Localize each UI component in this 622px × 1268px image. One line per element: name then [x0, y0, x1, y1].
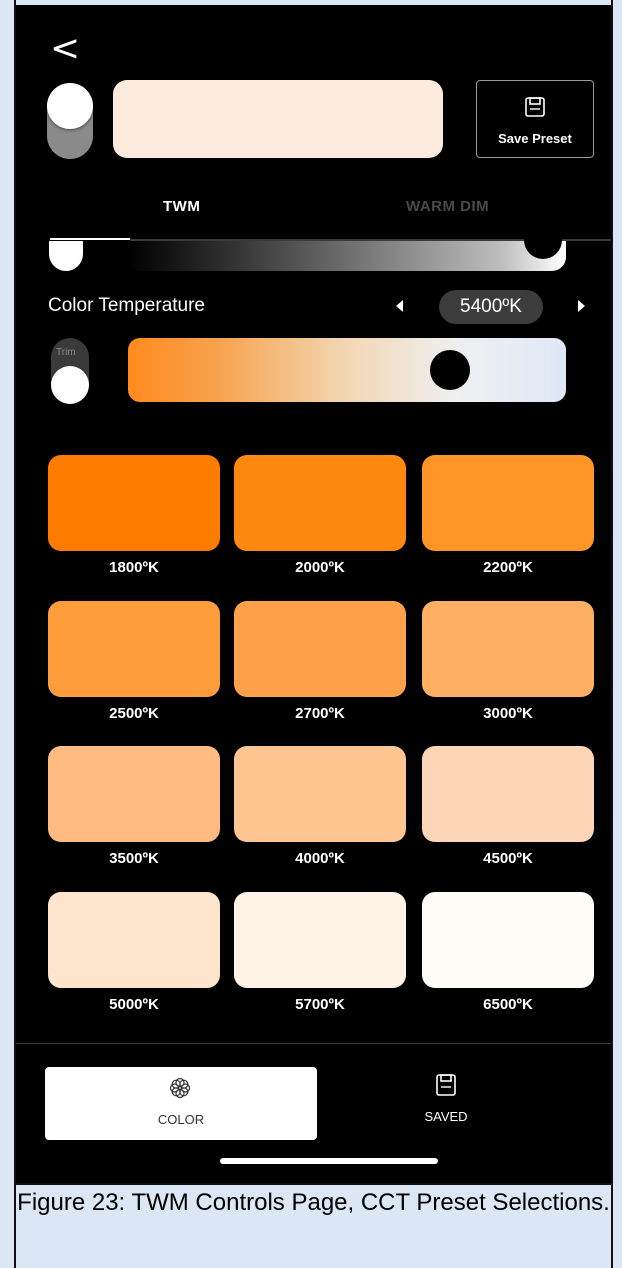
- save-icon: [525, 97, 545, 117]
- figure-caption: Figure 23: TWM Controls Page, CCT Preset…: [17, 1189, 610, 1216]
- frame-right-border: [611, 0, 613, 1268]
- saved-icon: [436, 1074, 456, 1096]
- trim-toggle-knob: [51, 366, 89, 404]
- bottom-tab-color[interactable]: COLOR: [45, 1067, 317, 1140]
- increase-temperature-arrow-icon[interactable]: [578, 300, 585, 312]
- preset-swatch[interactable]: [234, 746, 406, 842]
- bottom-tab-saved-label: SAVED: [424, 1109, 468, 1124]
- dimmer-slider[interactable]: [128, 241, 566, 271]
- preset-swatch[interactable]: [234, 892, 406, 988]
- bottom-tab-color-label: COLOR: [157, 1112, 205, 1127]
- tab-warm-dim[interactable]: WARM DIM: [406, 198, 489, 215]
- color-wheel-icon: [169, 1077, 191, 1099]
- preset-label: 2000ºK: [295, 559, 345, 576]
- preset-swatch[interactable]: [234, 601, 406, 697]
- preset-label: 3000ºK: [483, 705, 533, 722]
- preset-swatch[interactable]: [48, 455, 220, 551]
- preset-swatch[interactable]: [234, 455, 406, 551]
- frame-caption-divider: [14, 1183, 613, 1185]
- preset-swatch[interactable]: [48, 746, 220, 842]
- preset-swatch[interactable]: [422, 601, 594, 697]
- preset-swatch[interactable]: [422, 455, 594, 551]
- tab-active-indicator: [50, 238, 130, 240]
- preset-label: 2700ºK: [295, 705, 345, 722]
- bottom-tab-saved[interactable]: SAVED: [386, 1071, 506, 1141]
- dimmer-toggle-knob[interactable]: [49, 241, 83, 271]
- save-preset-label: Save Preset: [498, 131, 572, 146]
- home-indicator: [220, 1158, 438, 1164]
- power-toggle[interactable]: [47, 83, 93, 159]
- power-toggle-knob: [47, 83, 93, 129]
- color-temperature-label: Color Temperature: [48, 295, 206, 316]
- decrease-temperature-arrow-icon[interactable]: [396, 300, 403, 312]
- preset-label: 6500ºK: [483, 996, 533, 1013]
- preset-label: 4500ºK: [483, 850, 533, 867]
- preset-label: 2500ºK: [109, 705, 159, 722]
- color-temperature-slider-thumb[interactable]: [430, 350, 470, 390]
- preset-swatch[interactable]: [48, 601, 220, 697]
- phone-screen: < Save Preset TWM WARM DIM Color Tempera…: [16, 5, 611, 1183]
- color-preview-swatch: [113, 80, 443, 158]
- preset-label: 5700ºK: [295, 996, 345, 1013]
- tab-twm[interactable]: TWM: [163, 198, 200, 215]
- preset-label: 4000ºK: [295, 850, 345, 867]
- trim-toggle[interactable]: Trim: [51, 338, 89, 404]
- preset-label: 2200ºK: [483, 559, 533, 576]
- trim-label: Trim: [56, 347, 76, 358]
- preset-swatch[interactable]: [422, 746, 594, 842]
- save-preset-button[interactable]: Save Preset: [476, 80, 594, 158]
- bottom-nav-divider: [16, 1043, 611, 1044]
- preset-label: 1800ºK: [109, 559, 159, 576]
- color-temperature-slider[interactable]: [128, 338, 566, 402]
- preset-label: 5000ºK: [109, 996, 159, 1013]
- back-button[interactable]: <: [50, 31, 80, 67]
- preset-label: 3500ºK: [109, 850, 159, 867]
- preset-swatch[interactable]: [422, 892, 594, 988]
- preset-swatch[interactable]: [48, 892, 220, 988]
- color-temperature-value[interactable]: 5400ºK: [439, 290, 543, 324]
